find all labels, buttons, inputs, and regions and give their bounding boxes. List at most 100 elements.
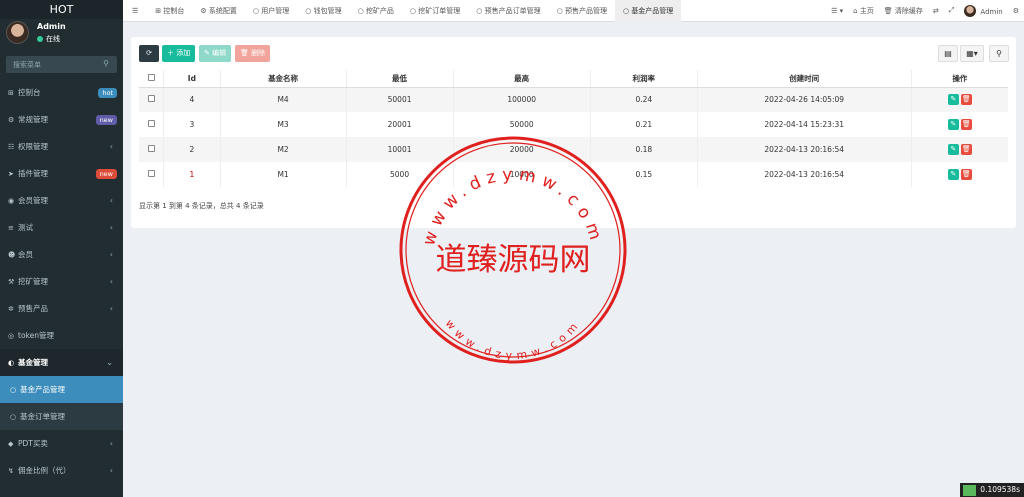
circle-icon: ○ bbox=[10, 386, 17, 394]
tabs-dropdown-icon[interactable]: ☰ ▾ bbox=[826, 7, 848, 15]
sidebar-item[interactable]: ⚙ 常规管理 new bbox=[0, 106, 123, 133]
sidebar-item[interactable]: ◆ PDT买卖 ‹ bbox=[0, 430, 123, 457]
edit-row-icon[interactable]: ✎ bbox=[947, 94, 959, 106]
delete-button[interactable]: 🗑 删除 bbox=[235, 45, 271, 62]
group-icon: ☷ bbox=[8, 143, 15, 151]
column-header[interactable]: 创建时间 bbox=[696, 70, 912, 88]
avatar bbox=[964, 4, 977, 17]
edit-row-icon[interactable]: ✎ bbox=[947, 169, 959, 180]
row-checkbox[interactable] bbox=[147, 145, 155, 152]
row-checkbox[interactable] bbox=[147, 95, 155, 103]
table-row[interactable]: 2 M2 10001 20000 0.18 2022-04-13 20:16:54 ✎ 🗑 bbox=[139, 137, 1008, 162]
column-header[interactable]: 操作 bbox=[910, 70, 1008, 88]
columns-dropdown-button[interactable]: ▦▾ bbox=[960, 45, 984, 62]
sidebar-item[interactable]: ◉ 会员管理 ‹ bbox=[0, 187, 123, 214]
sidebar-item[interactable]: ⊞ 控制台 hot bbox=[0, 79, 123, 106]
translate-icon[interactable]: ⇄ bbox=[928, 7, 944, 15]
select-all-checkbox[interactable] bbox=[147, 73, 155, 81]
tab-item[interactable]: ○ 用户管理 bbox=[245, 0, 297, 22]
column-header[interactable]: 最高 bbox=[452, 70, 591, 88]
delete-row-icon[interactable]: 🗑 bbox=[960, 169, 972, 180]
cell-time: 2022-04-13 20:16:54 bbox=[696, 137, 912, 162]
tab-item[interactable]: ○ 挖矿订单管理 bbox=[402, 0, 468, 22]
column-header[interactable]: 利润率 bbox=[589, 70, 698, 88]
delete-row-icon[interactable]: 🗑 bbox=[960, 94, 972, 106]
sidebar-item-label: 佣金比例（代） bbox=[18, 466, 71, 475]
sidebar-item-label: 测试 bbox=[18, 223, 33, 232]
tab-item[interactable]: ⚙ 系统配置 bbox=[192, 0, 245, 22]
table-row[interactable]: 1 M1 5000 10000 0.15 2022-04-13 20:16:54 ✎ 🗑 bbox=[139, 162, 1008, 187]
tab-item[interactable]: ○ 挖矿产品 bbox=[350, 0, 402, 22]
column-header[interactable]: Id bbox=[163, 70, 221, 88]
clear-cache-button[interactable]: 🗑 清除缓存 bbox=[879, 6, 928, 16]
delete-row-icon[interactable]: 🗑 bbox=[960, 119, 972, 130]
sidebar-item[interactable]: ⚒ 挖矿管理 ‹ bbox=[0, 268, 123, 295]
sidebar-item-label: 常规管理 bbox=[18, 115, 48, 124]
sidebar-item[interactable]: ○ 基金订单管理 bbox=[0, 403, 123, 430]
sidebar-item-label: token管理 bbox=[18, 331, 54, 340]
table-row[interactable]: 3 M3 20001 50000 0.21 2022-04-14 15:23:31 ✎ 🗑 bbox=[139, 112, 1008, 137]
add-button[interactable]: ＋ 添加 bbox=[162, 45, 196, 62]
column-header[interactable]: 最低 bbox=[345, 70, 454, 88]
home-link[interactable]: ⌂ 主页 bbox=[848, 6, 879, 16]
search-placeholder: 搜索菜单 bbox=[13, 61, 41, 69]
tab-item[interactable]: ○ 预售产品管理 bbox=[549, 0, 615, 22]
tab-item[interactable]: ○ 基金产品管理 bbox=[614, 0, 682, 22]
cell-time: 2022-04-13 20:16:54 bbox=[696, 162, 912, 187]
tab-item[interactable]: ○ 钱包管理 bbox=[297, 0, 349, 22]
search-toggle-button[interactable]: ⚲ bbox=[989, 45, 1009, 62]
circle-icon: ○ bbox=[357, 6, 366, 15]
export-button[interactable]: ▤ bbox=[938, 45, 958, 62]
fund-products-table: Id 基金名称 最低 最高 利润率 创建时间 操作 4 M4 50001 100000 0.24 20… bbox=[139, 70, 1008, 187]
chevron-left-icon: ‹ bbox=[109, 277, 113, 286]
edit-row-icon[interactable]: ✎ bbox=[947, 119, 959, 130]
menu-badge: hot bbox=[98, 88, 117, 98]
coin-icon: ◎ bbox=[8, 332, 15, 340]
sidebar-item[interactable]: ☷ 权限管理 ‹ bbox=[0, 133, 123, 160]
sidebar-item[interactable]: ◐ 基金管理 ⌄ bbox=[0, 349, 123, 376]
row-checkbox[interactable] bbox=[147, 170, 155, 177]
sidebar-item-label: 挖矿管理 bbox=[18, 277, 48, 286]
settings-icon[interactable]: ⚙ bbox=[1008, 7, 1024, 15]
cell-min: 20001 bbox=[345, 112, 454, 137]
cell-rate: 0.21 bbox=[589, 112, 698, 137]
app-logo[interactable]: HOT bbox=[0, 0, 123, 19]
cell-id: 3 bbox=[163, 112, 221, 137]
cell-min: 5000 bbox=[345, 162, 454, 187]
row-checkbox[interactable] bbox=[147, 120, 155, 127]
cog-icon: ⚙ bbox=[200, 6, 209, 15]
delete-row-icon[interactable]: 🗑 bbox=[960, 144, 972, 155]
sidebar-item[interactable]: ◎ token管理 bbox=[0, 322, 123, 349]
chevron-down-icon: ⌄ bbox=[106, 358, 113, 367]
search-icon: ⚲ bbox=[103, 59, 109, 68]
sidebar-item[interactable]: ☻ 会员 ‹ bbox=[0, 241, 123, 268]
column-header[interactable]: 基金名称 bbox=[219, 70, 347, 88]
edit-row-icon[interactable]: ✎ bbox=[947, 144, 959, 155]
tab-item[interactable]: ○ 预售产品订单管理 bbox=[468, 0, 548, 22]
edit-button[interactable]: ✎ 编辑 bbox=[199, 45, 232, 62]
shopping-icon: ✲ bbox=[8, 305, 14, 313]
sidebar-item[interactable]: ○ 基金产品管理 bbox=[0, 376, 123, 403]
cell-time: 2022-04-14 15:23:31 bbox=[696, 112, 912, 137]
refresh-button[interactable]: ⟳ bbox=[139, 45, 159, 62]
tab-bar: ⊞ 控制台 ⚙ 系统配置 ○ 用户管理 ○ 钱包管理 ○ 挖矿产品 ○ 挖矿订单管理 ○ 预… bbox=[147, 0, 682, 22]
online-dot-icon bbox=[37, 36, 43, 42]
user-status: 在线 bbox=[37, 34, 60, 44]
tab-item[interactable]: ⊞ 控制台 bbox=[147, 0, 192, 22]
circle-icon: ○ bbox=[409, 6, 419, 15]
table-row[interactable]: 4 M4 50001 100000 0.24 2022-04-26 14:05:09 ✎ 🗑 bbox=[139, 87, 1008, 112]
tab-label: 挖矿产品 bbox=[365, 6, 394, 15]
chevron-left-icon: ‹ bbox=[109, 466, 113, 475]
sidebar-item[interactable]: ↯ 佣金比例（代） ‹ bbox=[0, 457, 123, 484]
admin-menu[interactable]: Admin bbox=[959, 4, 1007, 17]
menu-search-input[interactable]: 搜索菜单 ⚲ bbox=[6, 56, 117, 73]
cell-min: 10001 bbox=[345, 137, 454, 162]
menu-toggle-icon[interactable]: ☰ bbox=[123, 0, 147, 22]
menu-badge: new bbox=[95, 115, 117, 125]
fullscreen-icon[interactable]: ⤢ bbox=[944, 6, 960, 15]
sidebar-item[interactable]: ✲ 预售产品 ‹ bbox=[0, 295, 123, 322]
sidebar-item[interactable]: ≡ 测试 ‹ bbox=[0, 214, 123, 241]
row-actions: ✎ 🗑 bbox=[910, 112, 1008, 137]
chevron-left-icon: ‹ bbox=[109, 250, 113, 259]
sidebar-item[interactable]: ➤ 插件管理 new bbox=[0, 160, 123, 187]
